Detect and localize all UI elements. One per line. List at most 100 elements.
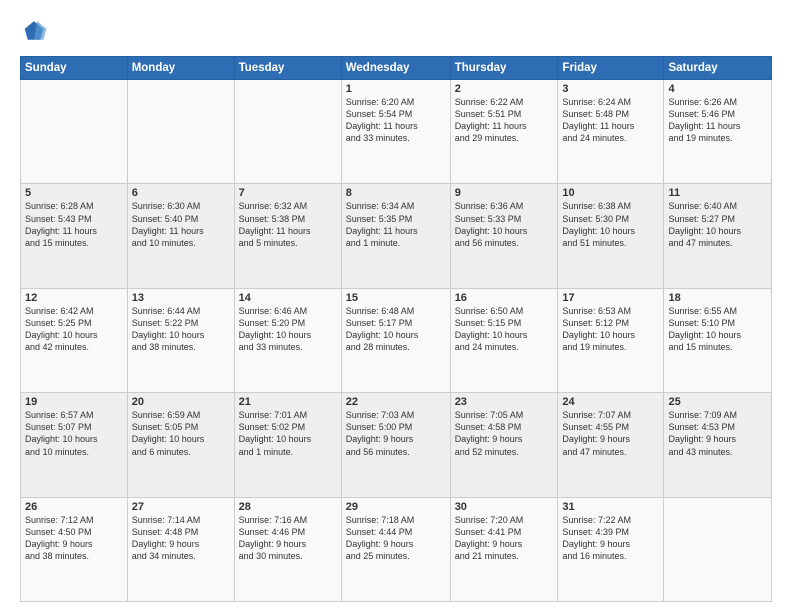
calendar-cell: 31Sunrise: 7:22 AM Sunset: 4:39 PM Dayli… (558, 497, 664, 601)
logo-icon (20, 18, 48, 46)
cell-details: Sunrise: 7:14 AM Sunset: 4:48 PM Dayligh… (132, 514, 230, 563)
day-number: 7 (239, 187, 337, 199)
day-number: 5 (25, 187, 123, 199)
col-header-monday: Monday (127, 57, 234, 80)
cell-details: Sunrise: 7:09 AM Sunset: 4:53 PM Dayligh… (668, 409, 767, 458)
cell-details: Sunrise: 6:42 AM Sunset: 5:25 PM Dayligh… (25, 305, 123, 354)
week-row-0: 1Sunrise: 6:20 AM Sunset: 5:54 PM Daylig… (21, 80, 772, 184)
cell-details: Sunrise: 7:12 AM Sunset: 4:50 PM Dayligh… (25, 514, 123, 563)
cell-details: Sunrise: 6:22 AM Sunset: 5:51 PM Dayligh… (455, 96, 554, 145)
cell-details: Sunrise: 7:05 AM Sunset: 4:58 PM Dayligh… (455, 409, 554, 458)
calendar-cell: 16Sunrise: 6:50 AM Sunset: 5:15 PM Dayli… (450, 288, 558, 392)
week-row-2: 12Sunrise: 6:42 AM Sunset: 5:25 PM Dayli… (21, 288, 772, 392)
day-number: 25 (668, 396, 767, 408)
cell-details: Sunrise: 6:36 AM Sunset: 5:33 PM Dayligh… (455, 200, 554, 249)
cell-details: Sunrise: 6:28 AM Sunset: 5:43 PM Dayligh… (25, 200, 123, 249)
calendar-cell: 8Sunrise: 6:34 AM Sunset: 5:35 PM Daylig… (341, 184, 450, 288)
cell-details: Sunrise: 6:46 AM Sunset: 5:20 PM Dayligh… (239, 305, 337, 354)
calendar-cell: 19Sunrise: 6:57 AM Sunset: 5:07 PM Dayli… (21, 393, 128, 497)
day-number: 24 (562, 396, 659, 408)
cell-details: Sunrise: 6:34 AM Sunset: 5:35 PM Dayligh… (346, 200, 446, 249)
col-header-tuesday: Tuesday (234, 57, 341, 80)
cell-details: Sunrise: 6:44 AM Sunset: 5:22 PM Dayligh… (132, 305, 230, 354)
calendar-cell: 20Sunrise: 6:59 AM Sunset: 5:05 PM Dayli… (127, 393, 234, 497)
day-number: 8 (346, 187, 446, 199)
cell-details: Sunrise: 6:26 AM Sunset: 5:46 PM Dayligh… (668, 96, 767, 145)
calendar-cell: 30Sunrise: 7:20 AM Sunset: 4:41 PM Dayli… (450, 497, 558, 601)
cell-details: Sunrise: 6:57 AM Sunset: 5:07 PM Dayligh… (25, 409, 123, 458)
day-number: 15 (346, 292, 446, 304)
cell-details: Sunrise: 6:59 AM Sunset: 5:05 PM Dayligh… (132, 409, 230, 458)
cell-details: Sunrise: 6:50 AM Sunset: 5:15 PM Dayligh… (455, 305, 554, 354)
col-header-thursday: Thursday (450, 57, 558, 80)
calendar-cell (664, 497, 772, 601)
logo (20, 18, 52, 46)
calendar-cell: 13Sunrise: 6:44 AM Sunset: 5:22 PM Dayli… (127, 288, 234, 392)
cell-details: Sunrise: 7:20 AM Sunset: 4:41 PM Dayligh… (455, 514, 554, 563)
day-number: 20 (132, 396, 230, 408)
week-row-4: 26Sunrise: 7:12 AM Sunset: 4:50 PM Dayli… (21, 497, 772, 601)
calendar-cell: 18Sunrise: 6:55 AM Sunset: 5:10 PM Dayli… (664, 288, 772, 392)
calendar-cell: 5Sunrise: 6:28 AM Sunset: 5:43 PM Daylig… (21, 184, 128, 288)
calendar-header-row: SundayMondayTuesdayWednesdayThursdayFrid… (21, 57, 772, 80)
day-number: 6 (132, 187, 230, 199)
calendar-cell: 21Sunrise: 7:01 AM Sunset: 5:02 PM Dayli… (234, 393, 341, 497)
day-number: 1 (346, 83, 446, 95)
calendar-cell: 23Sunrise: 7:05 AM Sunset: 4:58 PM Dayli… (450, 393, 558, 497)
day-number: 10 (562, 187, 659, 199)
cell-details: Sunrise: 7:01 AM Sunset: 5:02 PM Dayligh… (239, 409, 337, 458)
cell-details: Sunrise: 7:22 AM Sunset: 4:39 PM Dayligh… (562, 514, 659, 563)
calendar-cell: 6Sunrise: 6:30 AM Sunset: 5:40 PM Daylig… (127, 184, 234, 288)
calendar-cell: 11Sunrise: 6:40 AM Sunset: 5:27 PM Dayli… (664, 184, 772, 288)
cell-details: Sunrise: 6:55 AM Sunset: 5:10 PM Dayligh… (668, 305, 767, 354)
page: SundayMondayTuesdayWednesdayThursdayFrid… (0, 0, 792, 612)
calendar-cell: 14Sunrise: 6:46 AM Sunset: 5:20 PM Dayli… (234, 288, 341, 392)
cell-details: Sunrise: 6:38 AM Sunset: 5:30 PM Dayligh… (562, 200, 659, 249)
calendar-cell: 2Sunrise: 6:22 AM Sunset: 5:51 PM Daylig… (450, 80, 558, 184)
calendar-cell (127, 80, 234, 184)
calendar-cell: 17Sunrise: 6:53 AM Sunset: 5:12 PM Dayli… (558, 288, 664, 392)
cell-details: Sunrise: 6:48 AM Sunset: 5:17 PM Dayligh… (346, 305, 446, 354)
calendar-cell: 1Sunrise: 6:20 AM Sunset: 5:54 PM Daylig… (341, 80, 450, 184)
day-number: 27 (132, 501, 230, 513)
day-number: 4 (668, 83, 767, 95)
day-number: 2 (455, 83, 554, 95)
day-number: 17 (562, 292, 659, 304)
cell-details: Sunrise: 6:32 AM Sunset: 5:38 PM Dayligh… (239, 200, 337, 249)
calendar-table: SundayMondayTuesdayWednesdayThursdayFrid… (20, 56, 772, 602)
cell-details: Sunrise: 6:20 AM Sunset: 5:54 PM Dayligh… (346, 96, 446, 145)
calendar-cell: 4Sunrise: 6:26 AM Sunset: 5:46 PM Daylig… (664, 80, 772, 184)
calendar-cell: 29Sunrise: 7:18 AM Sunset: 4:44 PM Dayli… (341, 497, 450, 601)
week-row-3: 19Sunrise: 6:57 AM Sunset: 5:07 PM Dayli… (21, 393, 772, 497)
day-number: 18 (668, 292, 767, 304)
calendar-cell (21, 80, 128, 184)
calendar-cell: 7Sunrise: 6:32 AM Sunset: 5:38 PM Daylig… (234, 184, 341, 288)
calendar-cell: 3Sunrise: 6:24 AM Sunset: 5:48 PM Daylig… (558, 80, 664, 184)
header (20, 18, 772, 46)
cell-details: Sunrise: 7:07 AM Sunset: 4:55 PM Dayligh… (562, 409, 659, 458)
cell-details: Sunrise: 6:40 AM Sunset: 5:27 PM Dayligh… (668, 200, 767, 249)
col-header-sunday: Sunday (21, 57, 128, 80)
calendar-cell: 9Sunrise: 6:36 AM Sunset: 5:33 PM Daylig… (450, 184, 558, 288)
cell-details: Sunrise: 7:16 AM Sunset: 4:46 PM Dayligh… (239, 514, 337, 563)
day-number: 29 (346, 501, 446, 513)
calendar-cell: 26Sunrise: 7:12 AM Sunset: 4:50 PM Dayli… (21, 497, 128, 601)
calendar-cell: 28Sunrise: 7:16 AM Sunset: 4:46 PM Dayli… (234, 497, 341, 601)
day-number: 30 (455, 501, 554, 513)
cell-details: Sunrise: 6:30 AM Sunset: 5:40 PM Dayligh… (132, 200, 230, 249)
day-number: 23 (455, 396, 554, 408)
cell-details: Sunrise: 6:53 AM Sunset: 5:12 PM Dayligh… (562, 305, 659, 354)
day-number: 13 (132, 292, 230, 304)
day-number: 31 (562, 501, 659, 513)
calendar-cell: 12Sunrise: 6:42 AM Sunset: 5:25 PM Dayli… (21, 288, 128, 392)
day-number: 26 (25, 501, 123, 513)
cell-details: Sunrise: 7:03 AM Sunset: 5:00 PM Dayligh… (346, 409, 446, 458)
day-number: 22 (346, 396, 446, 408)
day-number: 19 (25, 396, 123, 408)
calendar-cell: 15Sunrise: 6:48 AM Sunset: 5:17 PM Dayli… (341, 288, 450, 392)
calendar-cell: 24Sunrise: 7:07 AM Sunset: 4:55 PM Dayli… (558, 393, 664, 497)
col-header-saturday: Saturday (664, 57, 772, 80)
day-number: 21 (239, 396, 337, 408)
day-number: 28 (239, 501, 337, 513)
day-number: 11 (668, 187, 767, 199)
